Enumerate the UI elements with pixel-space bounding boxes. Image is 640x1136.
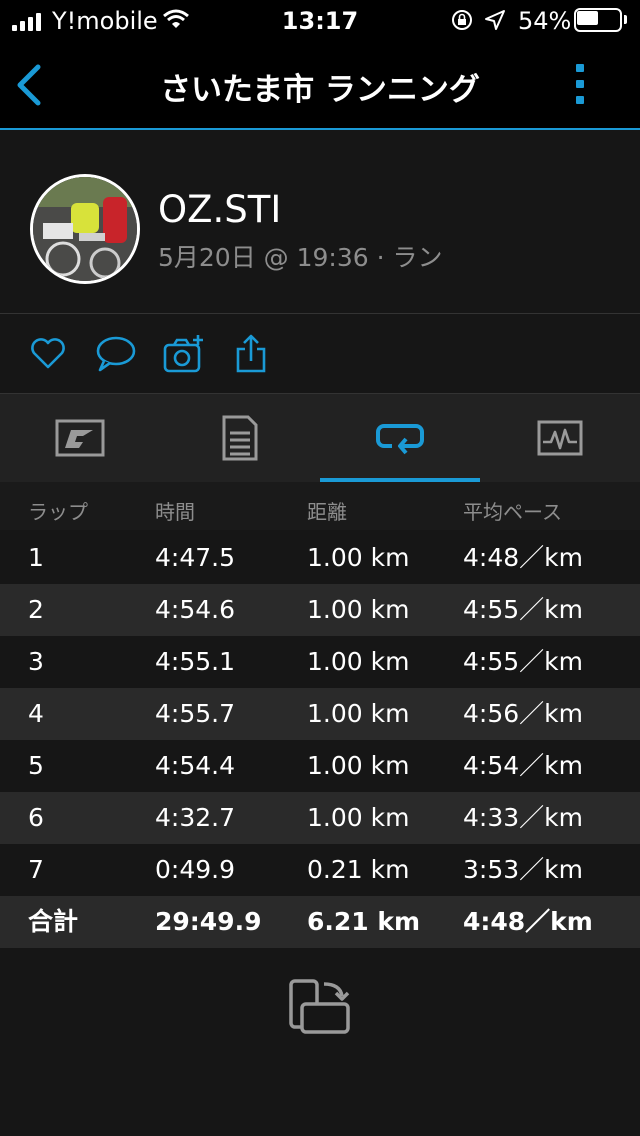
lap-distance: 1.00 km — [307, 699, 410, 728]
lap-time: 4:54.6 — [155, 595, 235, 624]
nav-divider — [0, 128, 640, 130]
comment-icon[interactable] — [94, 333, 138, 373]
activity-meta: 5月20日 @ 19:36 · ラン — [158, 243, 443, 272]
lap-distance: 1.00 km — [307, 803, 410, 832]
lap-number: 6 — [28, 803, 44, 832]
location-arrow-icon — [485, 10, 505, 30]
lap-distance: 1.00 km — [307, 543, 410, 572]
lap-pace: 4:55／km — [463, 595, 583, 624]
page-title: さいたま市 ランニング — [160, 72, 480, 108]
total-label: 合計 — [28, 907, 79, 936]
share-icon[interactable] — [234, 333, 268, 375]
divider — [0, 313, 640, 314]
lap-number: 2 — [28, 595, 44, 624]
tab-laps[interactable] — [320, 394, 480, 482]
column-header-distance: 距離 — [307, 500, 347, 524]
charts-tab-icon — [537, 420, 583, 456]
lap-distance: 0.21 km — [307, 855, 410, 884]
table-row[interactable]: 2 4:54.6 1.00 km 4:55／km — [0, 584, 640, 636]
avatar-image — [33, 177, 137, 281]
stats-tab-icon — [222, 415, 258, 461]
lap-number: 3 — [28, 647, 44, 676]
table-row[interactable]: 7 0:49.9 0.21 km 3:53／km — [0, 844, 640, 896]
total-time: 29:49.9 — [155, 907, 262, 936]
lap-time: 4:54.4 — [155, 751, 235, 780]
table-row[interactable]: 6 4:32.7 1.00 km 4:33／km — [0, 792, 640, 844]
lap-pace: 3:53／km — [463, 855, 583, 884]
lap-number: 1 — [28, 543, 44, 572]
table-row[interactable]: 4 4:55.7 1.00 km 4:56／km — [0, 688, 640, 740]
lap-number: 7 — [28, 855, 44, 884]
battery-level — [577, 11, 598, 25]
battery-nub — [624, 15, 627, 24]
heart-icon[interactable] — [28, 333, 68, 373]
lap-time: 4:55.7 — [155, 699, 235, 728]
rotation-lock-icon — [452, 10, 472, 30]
tab-overview[interactable] — [0, 394, 160, 482]
more-options-button[interactable] — [576, 64, 584, 104]
laps-tab-icon — [376, 424, 424, 455]
rotate-device-icon[interactable] — [288, 978, 352, 1036]
lap-time: 4:47.5 — [155, 543, 235, 572]
lap-distance: 1.00 km — [307, 647, 410, 676]
table-row[interactable]: 5 4:54.4 1.00 km 4:54／km — [0, 740, 640, 792]
avatar[interactable] — [30, 174, 140, 284]
lap-pace: 4:56／km — [463, 699, 583, 728]
lap-pace: 4:33／km — [463, 803, 583, 832]
lap-number: 4 — [28, 699, 44, 728]
lap-distance: 1.00 km — [307, 751, 410, 780]
tab-stats[interactable] — [160, 394, 320, 482]
total-pace: 4:48／km — [463, 907, 593, 936]
lap-time: 0:49.9 — [155, 855, 235, 884]
column-header-avg-pace: 平均ペース — [463, 500, 562, 524]
lap-distance: 1.00 km — [307, 595, 410, 624]
table-row[interactable]: 3 4:55.1 1.00 km 4:55／km — [0, 636, 640, 688]
column-header-time: 時間 — [155, 500, 195, 524]
lap-time: 4:55.1 — [155, 647, 235, 676]
user-name[interactable]: OZ.STI — [158, 188, 281, 231]
battery-percent: 54% — [518, 7, 572, 35]
lap-pace: 4:55／km — [463, 647, 583, 676]
lap-pace: 4:48／km — [463, 543, 583, 572]
column-header-lap: ラップ — [28, 500, 88, 524]
add-photo-icon[interactable] — [162, 333, 206, 375]
overview-tab-icon — [55, 419, 105, 457]
lap-number: 5 — [28, 751, 44, 780]
table-row[interactable]: 1 4:47.5 1.00 km 4:48／km — [0, 532, 640, 584]
table-total-row: 合計 29:49.9 6.21 km 4:48／km — [0, 896, 640, 948]
tab-charts[interactable] — [480, 394, 640, 482]
total-distance: 6.21 km — [307, 907, 421, 936]
lap-pace: 4:54／km — [463, 751, 583, 780]
lap-time: 4:32.7 — [155, 803, 235, 832]
